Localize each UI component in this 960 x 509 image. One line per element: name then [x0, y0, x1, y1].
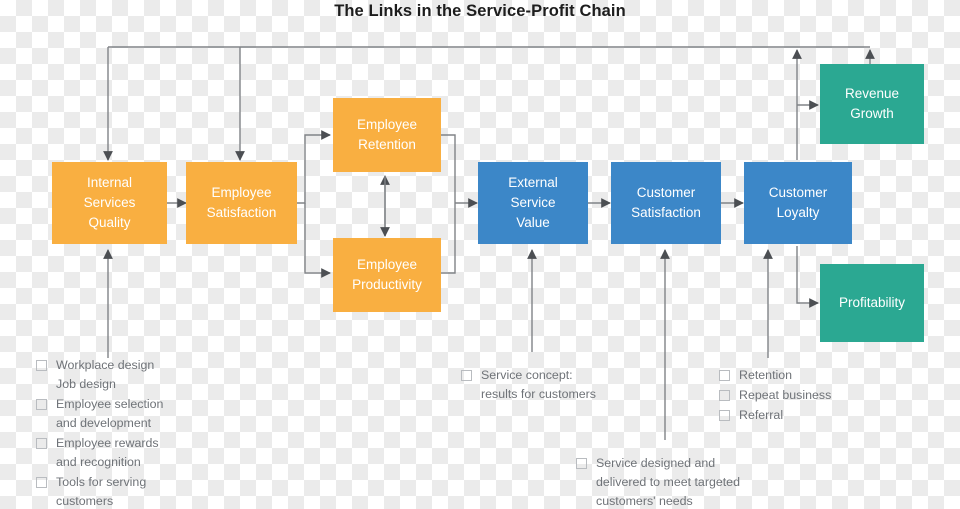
- node-employee-satisfaction[interactable]: Employee Satisfaction: [186, 162, 297, 244]
- node-customer-satisfaction[interactable]: Customer Satisfaction: [611, 162, 721, 244]
- checkbox-icon[interactable]: [36, 399, 47, 410]
- checkbox-icon[interactable]: [719, 370, 730, 381]
- list-item[interactable]: Employee selection and development: [36, 395, 241, 433]
- list-item[interactable]: Workplace design Job design: [36, 356, 241, 394]
- checklist-internal-quality: Workplace design Job design Employee sel…: [36, 356, 241, 509]
- list-item-label: Employee selection and development: [56, 397, 164, 430]
- arrow-satisfaction-to-retention: [297, 130, 331, 204]
- checkbox-icon[interactable]: [576, 458, 587, 469]
- list-item[interactable]: Repeat business: [719, 386, 889, 405]
- list-item[interactable]: Employee rewards and recognition: [36, 434, 241, 472]
- list-item-label: Workplace design Job design: [56, 358, 155, 391]
- node-revenue-growth[interactable]: Revenue Growth: [820, 64, 924, 144]
- checkbox-icon[interactable]: [36, 360, 47, 371]
- node-customer-loyalty[interactable]: Customer Loyalty: [744, 162, 852, 244]
- list-item[interactable]: Service designed and delivered to meet t…: [576, 454, 801, 509]
- merge-productivity-line: [441, 203, 456, 274]
- list-item[interactable]: Tools for serving customers: [36, 473, 241, 509]
- checkbox-icon[interactable]: [36, 438, 47, 449]
- list-item-label: Tools for serving customers: [56, 475, 147, 508]
- arrow-satisfaction-to-productivity: [304, 203, 331, 278]
- page-title: The Links in the Service-Profit Chain: [334, 2, 626, 20]
- checklist-service-concept: Service concept: results for customers: [461, 366, 651, 405]
- checkbox-icon[interactable]: [719, 390, 730, 401]
- list-item[interactable]: Retention: [719, 366, 889, 385]
- node-employee-retention[interactable]: Employee Retention: [333, 98, 441, 172]
- list-item[interactable]: Referral: [719, 406, 889, 425]
- list-item-label: Repeat business: [739, 388, 832, 402]
- list-item[interactable]: Service concept: results for customers: [461, 366, 651, 404]
- list-item-label: Employee rewards and recognition: [56, 436, 159, 469]
- list-item-label: Service concept: results for customers: [481, 368, 596, 401]
- merge-retention-line: [441, 134, 456, 203]
- checkbox-icon[interactable]: [461, 370, 472, 381]
- checklist-service-design: Service designed and delivered to meet t…: [576, 454, 801, 509]
- checkbox-icon[interactable]: [719, 410, 730, 421]
- node-employee-productivity[interactable]: Employee Productivity: [333, 238, 441, 312]
- node-internal-services-quality[interactable]: Internal Services Quality: [52, 162, 167, 244]
- arrow-loyalty-to-profitability: [796, 246, 819, 308]
- checklist-loyalty-outcomes: Retention Repeat business Referral: [719, 366, 889, 426]
- list-item-label: Referral: [739, 408, 784, 422]
- node-external-service-value[interactable]: External Service Value: [478, 162, 588, 244]
- node-profitability[interactable]: Profitability: [820, 264, 924, 342]
- list-item-label: Retention: [739, 368, 793, 382]
- list-item-label: Service designed and delivered to meet t…: [596, 456, 740, 508]
- checkbox-icon[interactable]: [36, 477, 47, 488]
- service-profit-chain-diagram: The Links in the Service-Profit Chain In…: [0, 0, 960, 509]
